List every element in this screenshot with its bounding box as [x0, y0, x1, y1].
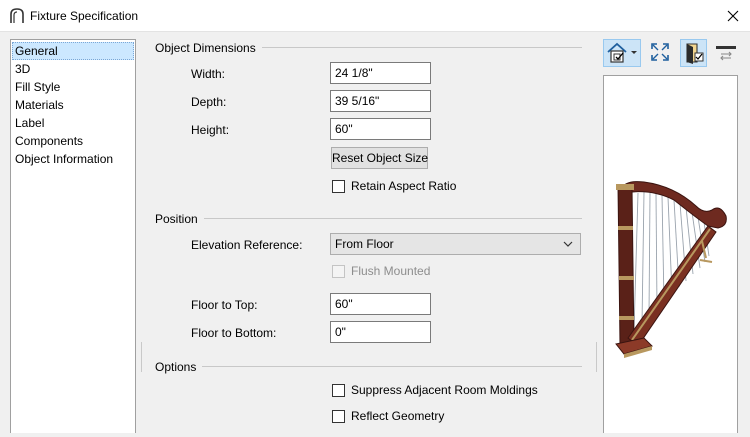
nav-item-general[interactable]: General [12, 42, 134, 60]
toggle-preview-button[interactable] [712, 39, 740, 67]
arch-icon [10, 8, 24, 23]
nav-item-components[interactable]: Components [12, 132, 134, 150]
chevron-down-icon [563, 241, 573, 247]
preview-panel[interactable] [603, 75, 738, 433]
close-icon [727, 10, 739, 22]
dropdown-arrow-icon [631, 51, 637, 54]
nav-item-label[interactable]: Label [12, 114, 134, 132]
flush-mounted-checkbox[interactable]: Flush Mounted [332, 263, 430, 279]
toggle-preview-icon [716, 46, 736, 61]
elevation-reference-label: Elevation Reference: [191, 238, 303, 252]
reflect-geometry-label: Reflect Geometry [351, 409, 445, 423]
floor-to-bottom-field[interactable]: 0" [330, 321, 431, 343]
reflect-geometry-checkbox[interactable]: Reflect Geometry [332, 408, 444, 424]
width-field[interactable]: 24 1/8" [330, 62, 431, 84]
elevation-reference-value: From Floor [335, 237, 394, 251]
splitter-right[interactable] [594, 342, 600, 372]
floor-to-top-label: Floor to Top: [191, 298, 258, 312]
nav-item-fill-style[interactable]: Fill Style [12, 78, 134, 96]
window-title: Fixture Specification [30, 9, 139, 23]
fit-view-icon [651, 43, 669, 61]
door-check-icon [686, 43, 704, 64]
position-title: Position [155, 212, 204, 226]
width-label: Width: [191, 67, 226, 81]
flush-mounted-label: Flush Mounted [351, 264, 431, 278]
elevation-reference-select[interactable]: From Floor [330, 233, 581, 255]
house-view-button[interactable] [603, 39, 641, 67]
fit-view-button[interactable] [647, 39, 673, 67]
checkbox-box[interactable] [332, 179, 345, 193]
height-field[interactable]: 60" [330, 118, 431, 140]
reset-object-size-button[interactable]: Reset Object Size [331, 147, 428, 169]
height-label: Height: [191, 123, 230, 137]
depth-field[interactable]: 39 5/16" [330, 90, 431, 112]
harp-3d-preview [615, 181, 727, 358]
nav-item-materials[interactable]: Materials [12, 96, 134, 114]
nav-item-object-information[interactable]: Object Information [12, 150, 134, 168]
retain-aspect-ratio-checkbox[interactable]: Retain Aspect Ratio [332, 178, 456, 194]
title-bar: Fixture Specification [0, 0, 750, 32]
group-divider [156, 218, 582, 219]
checkbox-box[interactable] [332, 264, 345, 278]
suppress-moldings-checkbox[interactable]: Suppress Adjacent Room Moldings [332, 382, 538, 398]
floor-to-top-field[interactable]: 60" [330, 293, 431, 315]
house-view-icon [607, 42, 637, 63]
depth-label: Depth: [191, 95, 227, 109]
floor-to-bottom-label: Floor to Bottom: [191, 326, 277, 340]
checkbox-box[interactable] [332, 409, 345, 423]
checkbox-box[interactable] [332, 383, 345, 397]
options-title: Options [155, 360, 203, 374]
category-list: General 3D Fill Style Materials Label Co… [10, 39, 136, 433]
group-divider [156, 366, 582, 367]
door-check-button[interactable] [680, 39, 707, 67]
suppress-moldings-label: Suppress Adjacent Room Moldings [351, 383, 538, 397]
close-button[interactable] [716, 0, 750, 32]
splitter-left[interactable] [139, 342, 145, 372]
nav-item-3d[interactable]: 3D [12, 60, 134, 78]
object-dimensions-title: Object Dimensions [155, 41, 262, 55]
retain-aspect-ratio-label: Retain Aspect Ratio [351, 179, 457, 193]
